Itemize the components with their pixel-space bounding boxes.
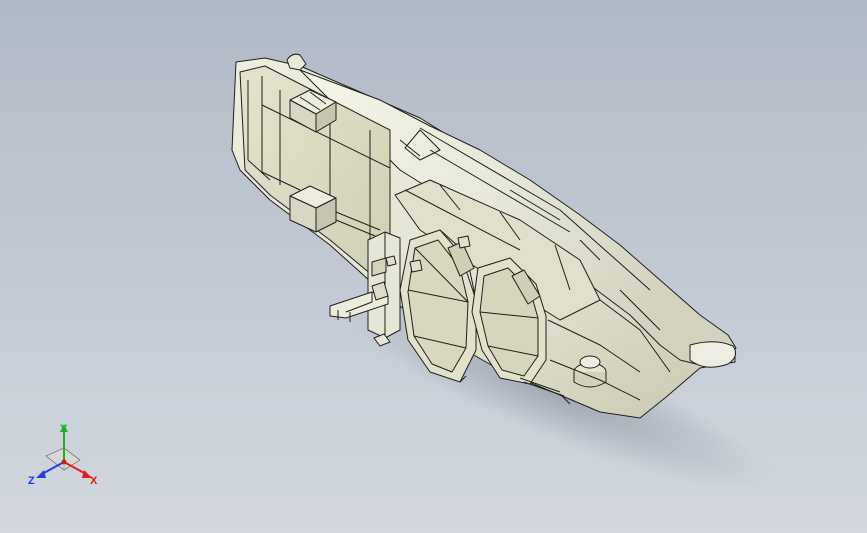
x-axis-label: X xyxy=(90,475,98,487)
z-axis-line xyxy=(41,461,65,475)
boss-small-top xyxy=(457,235,471,249)
reference-triad[interactable]: Y X Z xyxy=(20,418,110,498)
part-model[interactable] xyxy=(0,0,867,533)
boss-small-mid xyxy=(409,259,423,273)
boss-small-left xyxy=(385,255,397,267)
z-axis-arrow-icon xyxy=(36,470,46,478)
triad-origin xyxy=(61,459,67,465)
end-cap[interactable] xyxy=(689,341,737,368)
graphics-viewport[interactable]: Y X Z xyxy=(0,0,867,533)
z-axis-label: Z xyxy=(28,475,35,487)
y-axis-label: Y xyxy=(60,423,68,435)
